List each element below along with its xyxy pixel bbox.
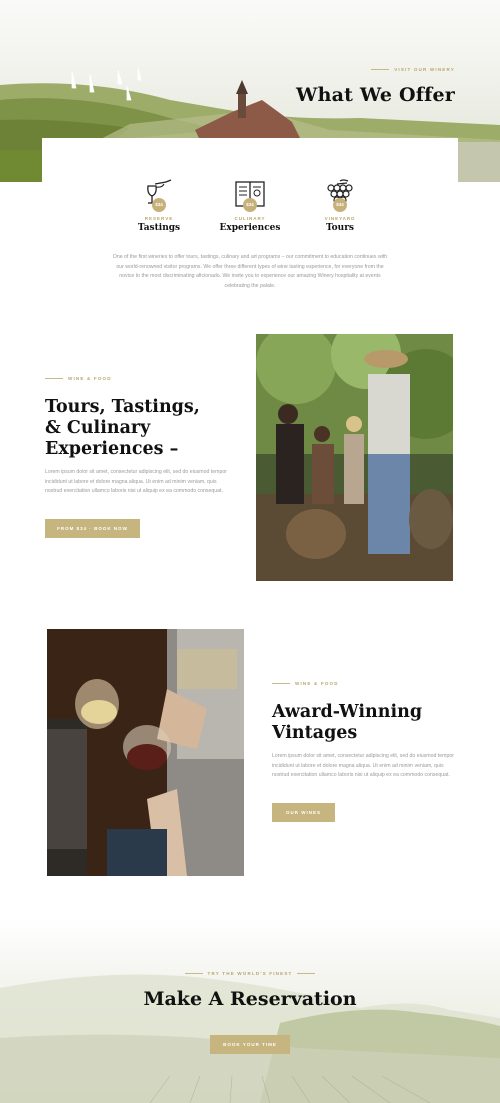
tours-eyebrow: WINE & FOOD (45, 376, 112, 381)
vineyard-hills-image (0, 974, 500, 1103)
title-line: Vintages (272, 723, 358, 743)
offer-item-tours[interactable]: $34 VINEYARD Tours (300, 178, 380, 233)
offer-name: Experiences (219, 223, 281, 233)
hero-eyebrow: VISIT OUR WINERY (366, 67, 455, 72)
price-badge: $34 (243, 198, 257, 212)
tour-group-photo (256, 334, 453, 581)
vintages-eyebrow: WINE & FOOD (272, 681, 339, 686)
vintages-title: Award-Winning Vintages (272, 702, 422, 744)
reservation-banner (0, 918, 500, 1103)
vintages-text: Lorem ipsum dolor sit amet, consectetur … (272, 753, 454, 779)
reservation-title: Make A Reservation (143, 988, 357, 1010)
offer-tag: VINEYARD (324, 216, 356, 221)
tours-title: Tours, Tastings, & Culinary Experiences … (45, 397, 200, 460)
reservation-eyebrow: TRY THE WORLD'S FINEST (0, 971, 500, 976)
price-badge: $34 (333, 198, 347, 212)
offer-item-experiences[interactable]: $34 CULINARY Experiences (210, 178, 290, 233)
offer-description: One of the first wineries to offer tours… (112, 254, 388, 289)
tours-text: Lorem ipsum dolor sit amet, consectetur … (45, 469, 227, 495)
page-title: What We Offer (296, 84, 455, 106)
book-your-time-button[interactable]: BOOK YOUR TIME (210, 1035, 290, 1054)
offer-name: Tours (325, 223, 355, 233)
title-line: Experiences – (45, 439, 179, 459)
book-now-button[interactable]: FROM $34 · BOOK NOW (45, 519, 140, 538)
offer-tag: CULINARY (234, 216, 266, 221)
offer-name: Tastings (137, 223, 181, 233)
our-wines-button[interactable]: OUR WINES (272, 803, 335, 822)
title-line: Tours, Tastings, (45, 397, 200, 417)
offer-card: $34 RESERVE Tastings $34 CULINARY Experi… (42, 138, 458, 308)
title-line: & Culinary (45, 418, 151, 438)
wine-toast-photo (47, 629, 244, 876)
offer-item-tastings[interactable]: $34 RESERVE Tastings (119, 178, 199, 233)
title-line: Award-Winning (272, 702, 423, 722)
offer-tag: RESERVE (144, 216, 174, 221)
price-badge: $34 (152, 198, 166, 212)
